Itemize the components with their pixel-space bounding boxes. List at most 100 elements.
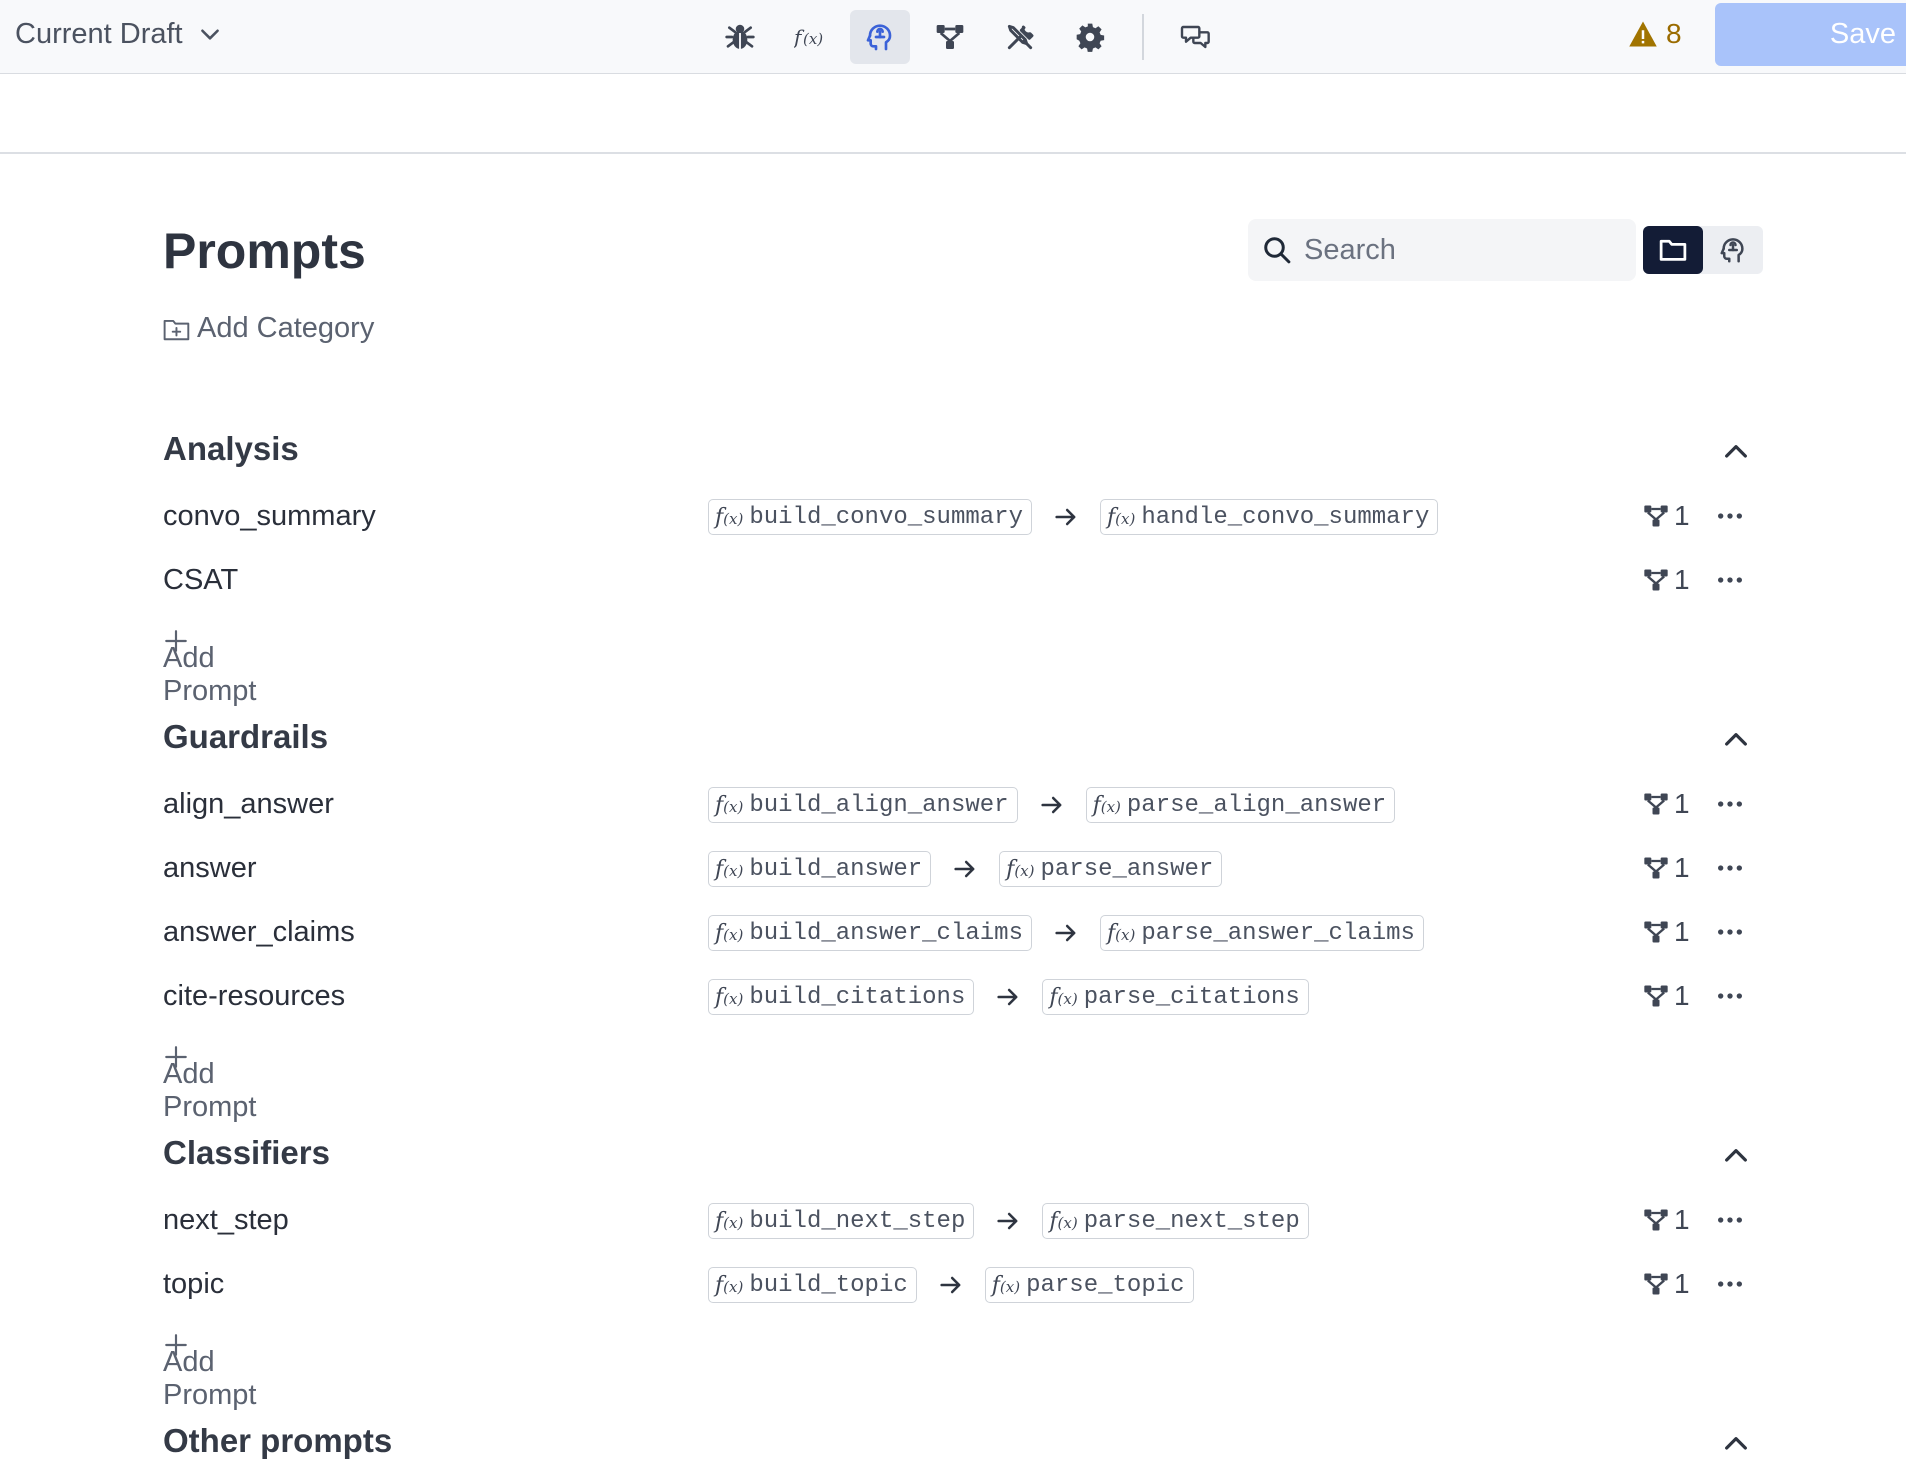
search-input[interactable] <box>1304 233 1604 267</box>
category-header[interactable]: Analysis <box>163 422 1753 486</box>
more-icon[interactable] <box>1714 916 1746 948</box>
more-icon[interactable] <box>1714 1268 1746 1300</box>
add-prompt-label: Add Prompt <box>163 642 257 707</box>
add-prompt-row: Add Prompt <box>163 1030 1753 1123</box>
more-icon[interactable] <box>1714 980 1746 1012</box>
prompt-row[interactable]: next_step f(x) build_next_step f(x) parse_… <box>163 1190 1753 1254</box>
more-icon[interactable] <box>1714 564 1746 596</box>
flow-usage-count[interactable]: 1 <box>1642 852 1690 884</box>
more-icon[interactable] <box>1714 1204 1746 1236</box>
add-prompt-button[interactable]: Add Prompt <box>163 1044 256 1123</box>
prompt-name: cite-resources <box>163 980 346 1012</box>
chevron-up-icon[interactable] <box>1720 1428 1752 1460</box>
add-prompt-button[interactable]: Add Prompt <box>163 628 256 707</box>
search-icon <box>1264 237 1291 264</box>
more-icon[interactable] <box>1714 852 1746 884</box>
flow-usage-count[interactable]: 1 <box>1642 788 1690 820</box>
draft-selector[interactable]: Current Draft <box>15 14 223 54</box>
parser-function-tag[interactable]: f(x) parse_topic <box>984 1267 1194 1303</box>
prompt-row[interactable]: answer_claims f(x) build_answer_claims f(… <box>163 902 1753 966</box>
builder-function-name: build_convo_summary <box>749 503 1023 531</box>
add-category-button[interactable]: Add Category <box>163 312 374 345</box>
arrow-right-icon <box>1040 796 1062 814</box>
prompt-name: topic <box>163 1268 225 1300</box>
parser-function-name: parse_answer_claims <box>1141 919 1415 947</box>
row-actions: 1 <box>1642 1268 1746 1300</box>
prompt-view-button[interactable] <box>1703 226 1763 274</box>
function-icon: f(x) <box>715 504 744 530</box>
function-icon: f(x) <box>715 920 744 946</box>
flow-usage-count[interactable]: 1 <box>1642 564 1690 596</box>
function-icon: f(x) <box>1092 792 1121 818</box>
top-toolbar: Current Draft f (x) 8 Save <box>0 0 1906 74</box>
function-chain: f(x) build_answer_claims f(x) parse_answer… <box>708 915 1424 951</box>
flows-tool-button[interactable] <box>920 10 980 64</box>
chevron-up-icon[interactable] <box>1720 436 1752 468</box>
builder-function-tag[interactable]: f(x) build_answer <box>708 851 932 887</box>
function-icon: f(x) <box>991 1272 1021 1298</box>
function-icon: f(x) <box>1006 856 1035 882</box>
category-guardrails: Guardrails align_answer f(x) build_align_… <box>163 710 1753 1123</box>
prompts-tool-button[interactable] <box>850 10 910 64</box>
settings-tool-button[interactable] <box>1060 10 1120 64</box>
prompt-row[interactable]: CSAT 1 <box>163 550 1753 614</box>
folder-plus-icon <box>163 319 190 340</box>
flow-usage-count[interactable]: 1 <box>1642 916 1690 948</box>
builder-function-tag[interactable]: f(x) build_align_answer <box>708 787 1018 823</box>
add-prompt-row: Add Prompt <box>163 1318 1753 1411</box>
builder-function-tag[interactable]: f(x) build_topic <box>708 1267 917 1303</box>
builder-function-name: build_answer <box>749 855 923 883</box>
row-actions: 1 <box>1642 980 1746 1012</box>
debug-tool-button[interactable] <box>710 10 770 64</box>
category-header[interactable]: Classifiers <box>163 1126 1753 1190</box>
add-prompt-button[interactable]: Add Prompt <box>163 1332 256 1411</box>
builder-function-tag[interactable]: f(x) build_answer_claims <box>708 915 1032 951</box>
builder-function-tag[interactable]: f(x) build_next_step <box>708 1203 975 1239</box>
flow-usage-count[interactable]: 1 <box>1642 980 1690 1012</box>
parser-function-name: parse_topic <box>1026 1271 1185 1299</box>
tools-icon <box>1007 24 1034 50</box>
parser-function-tag[interactable]: f(x) parse_citations <box>1042 979 1309 1015</box>
warnings-indicator[interactable]: 8 <box>1628 18 1682 50</box>
chevron-up-icon[interactable] <box>1720 724 1752 756</box>
parser-function-tag[interactable]: f(x) parse_answer_claims <box>1099 915 1424 951</box>
flow-usage-count[interactable]: 1 <box>1642 1204 1690 1236</box>
prompt-row[interactable]: align_answer f(x) build_align_answer f(x)… <box>163 774 1753 838</box>
category-header[interactable]: Guardrails <box>163 710 1753 774</box>
prompt-row[interactable]: answer f(x) build_answer f(x) parse_answer… <box>163 838 1753 902</box>
toolbar-tools: f (x) <box>710 10 1236 64</box>
warning-icon <box>1629 21 1657 47</box>
more-icon[interactable] <box>1714 500 1746 532</box>
category-header[interactable]: Other prompts <box>163 1414 1753 1478</box>
function-icon: f(x) <box>715 1208 744 1234</box>
folder-icon <box>1659 239 1687 261</box>
builder-function-name: build_answer_claims <box>749 919 1023 947</box>
prompt-row[interactable]: cite-resources f(x) build_citations f(x) p… <box>163 966 1753 1030</box>
view-toggle <box>1643 226 1763 274</box>
flow-icon <box>1644 857 1668 879</box>
function-icon: f(x) <box>794 25 823 49</box>
integrations-tool-button[interactable] <box>990 10 1050 64</box>
flow-count-value: 1 <box>1674 1268 1690 1299</box>
chevron-up-icon[interactable] <box>1720 1140 1752 1172</box>
prompt-row[interactable]: topic f(x) build_topic f(x) parse_topic 1 <box>163 1254 1753 1318</box>
builder-function-tag[interactable]: f(x) build_citations <box>708 979 975 1015</box>
category-title: Guardrails <box>163 718 329 755</box>
category-other-prompts: Other prompts <box>163 1414 1753 1478</box>
row-actions: 1 <box>1642 852 1746 884</box>
parser-function-tag[interactable]: f(x) parse_next_step <box>1042 1203 1309 1239</box>
flow-usage-count[interactable]: 1 <box>1642 500 1690 532</box>
flow-usage-count[interactable]: 1 <box>1642 1268 1690 1300</box>
parser-function-tag[interactable]: f(x) parse_align_answer <box>1085 787 1396 823</box>
parser-function-name: parse_answer <box>1040 855 1214 883</box>
prompt-row[interactable]: convo_summary f(x) build_convo_summary f(… <box>163 486 1753 550</box>
functions-tool-button[interactable]: f (x) <box>780 10 840 64</box>
parser-function-tag[interactable]: f(x) parse_answer <box>999 851 1223 887</box>
more-icon[interactable] <box>1714 788 1746 820</box>
save-button[interactable]: Save <box>1715 3 1906 66</box>
folder-view-button[interactable] <box>1643 226 1703 274</box>
parser-function-tag[interactable]: f(x) handle_convo_summary <box>1099 499 1439 535</box>
chat-tool-button[interactable] <box>1166 10 1226 64</box>
category-classifiers: Classifiers next_step f(x) build_next_ste… <box>163 1126 1753 1411</box>
builder-function-tag[interactable]: f(x) build_convo_summary <box>708 499 1032 535</box>
